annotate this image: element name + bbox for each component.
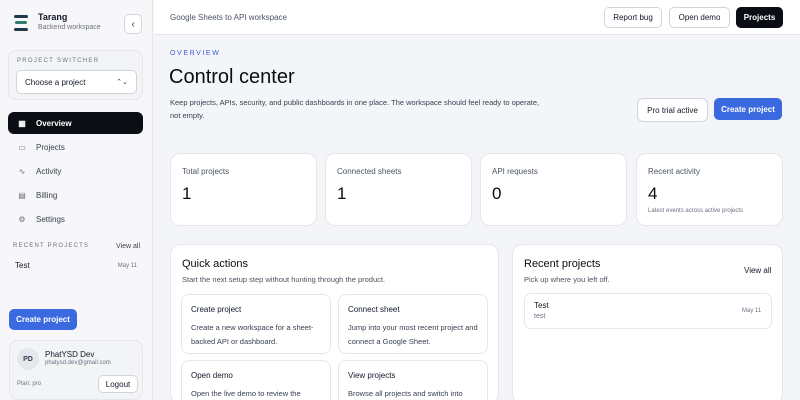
projects-button[interactable]: Projects bbox=[736, 7, 783, 28]
folder-icon: ▭ bbox=[18, 142, 26, 152]
stat-note: Latest events across active projects bbox=[648, 208, 744, 214]
quick-action-title: Connect sheet bbox=[348, 305, 400, 314]
brand-name: Tarang bbox=[38, 12, 68, 22]
create-project-button[interactable]: Create project bbox=[714, 98, 782, 120]
sidebar-item-label: Overview bbox=[36, 118, 72, 128]
sidebar-item-label: Projects bbox=[36, 142, 65, 152]
quick-action-title: Open demo bbox=[191, 371, 233, 380]
recent-item-name: Test bbox=[15, 261, 30, 270]
top-bar: Google Sheets to API workspace Report bu… bbox=[154, 0, 800, 35]
avatar: PD bbox=[17, 348, 39, 370]
project-select[interactable]: Choose a project ⌃⌄ bbox=[16, 70, 137, 94]
grid-icon: ▦ bbox=[18, 118, 26, 128]
chevron-left-icon: ‹ bbox=[131, 18, 135, 30]
stat-card-total-projects: Total projects 1 bbox=[170, 153, 317, 226]
logo-icon bbox=[14, 14, 28, 31]
quick-action-create-project[interactable]: Create project Create a new workspace fo… bbox=[181, 294, 331, 354]
sidebar-item-activity[interactable]: ∿ Activity bbox=[8, 160, 143, 182]
sidebar-item-billing[interactable]: ▤ Billing bbox=[8, 184, 143, 206]
page-description: Keep projects, APIs, security, and publi… bbox=[170, 98, 540, 120]
stat-card-recent-activity: Recent activity 4 Latest events across a… bbox=[636, 153, 783, 226]
brand-subtitle: Backend workspace bbox=[38, 24, 101, 31]
project-switcher: PROJECT SWITCHER Choose a project ⌃⌄ bbox=[8, 50, 143, 100]
brand: Tarang Backend workspace bbox=[14, 12, 101, 33]
sidebar-item-projects[interactable]: ▭ Projects bbox=[8, 136, 143, 158]
user-plan: Plan: pro bbox=[17, 381, 42, 387]
sidebar-nav: ▦ Overview ▭ Projects ∿ Activity ▤ Billi… bbox=[8, 112, 143, 232]
page-title: Control center bbox=[169, 66, 295, 88]
recent-view-all-link[interactable]: View all bbox=[116, 243, 140, 250]
stat-value: 4 bbox=[648, 184, 658, 203]
quick-action-desc: Create a new workspace for a sheet-backe… bbox=[191, 323, 314, 346]
sidebar-item-overview[interactable]: ▦ Overview bbox=[8, 112, 143, 134]
recent-project-name: Test bbox=[534, 301, 549, 310]
quick-action-title: Create project bbox=[191, 305, 242, 314]
breadcrumb: Google Sheets to API workspace bbox=[170, 13, 287, 22]
stat-card-api-requests: API requests 0 bbox=[480, 153, 627, 226]
logout-button[interactable]: Logout bbox=[98, 375, 138, 393]
stat-label: Connected sheets bbox=[337, 167, 402, 176]
sidebar-item-label: Settings bbox=[36, 214, 65, 224]
trial-status-button[interactable]: Pro trial active bbox=[637, 98, 708, 122]
gear-icon: ⚙ bbox=[18, 214, 26, 224]
stat-label: API requests bbox=[492, 167, 538, 176]
recent-project-date: May 11 bbox=[742, 308, 762, 314]
user-name: PhatYSD Dev bbox=[45, 350, 95, 359]
view-all-link[interactable]: View all bbox=[744, 266, 771, 275]
recent-projects-header: RECENT PROJECTS View all bbox=[13, 243, 140, 250]
recent-project-slug: test bbox=[534, 313, 546, 320]
recent-projects-title: Recent projects bbox=[524, 258, 601, 270]
card-icon: ▤ bbox=[18, 190, 26, 200]
recent-projects-subtitle: Pick up where you left off. bbox=[524, 275, 610, 284]
activity-icon: ∿ bbox=[18, 166, 26, 176]
quick-action-title: View projects bbox=[348, 371, 396, 380]
quick-action-connect-sheet[interactable]: Connect sheet Jump into your most recent… bbox=[338, 294, 488, 354]
quick-action-view-projects[interactable]: View projects Browse all projects and sw… bbox=[338, 360, 488, 400]
stat-card-connected-sheets: Connected sheets 1 bbox=[325, 153, 472, 226]
quick-action-desc: Browse all projects and switch into bbox=[348, 389, 463, 398]
collapse-sidebar-button[interactable]: ‹ bbox=[124, 14, 142, 34]
recent-projects-panel: Recent projects Pick up where you left o… bbox=[512, 244, 783, 400]
quick-actions-title: Quick actions bbox=[182, 258, 249, 270]
recent-projects-label: RECENT PROJECTS bbox=[13, 243, 90, 249]
stat-value: 0 bbox=[492, 184, 502, 203]
open-demo-button[interactable]: Open demo bbox=[669, 7, 730, 28]
quick-action-desc: Open the live demo to review the bbox=[191, 389, 301, 398]
quick-actions-subtitle: Start the next setup step without huntin… bbox=[182, 275, 386, 284]
report-bug-button[interactable]: Report bug bbox=[604, 7, 662, 28]
chevron-updown-icon: ⌃⌄ bbox=[116, 79, 128, 86]
user-email: phatysd.dev@gmail.com bbox=[45, 360, 111, 366]
quick-actions-panel: Quick actions Start the next setup step … bbox=[170, 244, 499, 400]
sidebar-create-project-button[interactable]: Create project bbox=[9, 309, 77, 330]
stat-value: 1 bbox=[337, 184, 347, 203]
stat-label: Total projects bbox=[182, 167, 230, 176]
recent-project-item[interactable]: Test test May 11 bbox=[524, 293, 772, 329]
project-switcher-label: PROJECT SWITCHER bbox=[17, 58, 100, 64]
quick-action-open-demo[interactable]: Open demo Open the live demo to review t… bbox=[181, 360, 331, 400]
section-overline: OVERVIEW bbox=[170, 50, 221, 57]
stat-value: 1 bbox=[182, 184, 192, 203]
sidebar-recent-item[interactable]: Test May 11 bbox=[15, 261, 137, 270]
recent-item-date: May 11 bbox=[117, 262, 137, 269]
sidebar-item-label: Activity bbox=[36, 166, 62, 176]
sidebar-item-label: Billing bbox=[36, 190, 58, 200]
user-card: PD PhatYSD Dev phatysd.dev@gmail.com Pla… bbox=[9, 340, 143, 400]
project-select-value: Choose a project bbox=[25, 77, 86, 87]
quick-action-desc: Jump into your most recent project and c… bbox=[348, 323, 478, 346]
sidebar-item-settings[interactable]: ⚙ Settings bbox=[8, 208, 143, 230]
sidebar: Tarang Backend workspace ‹ PROJECT SWITC… bbox=[0, 0, 153, 400]
stat-label: Recent activity bbox=[648, 167, 701, 176]
